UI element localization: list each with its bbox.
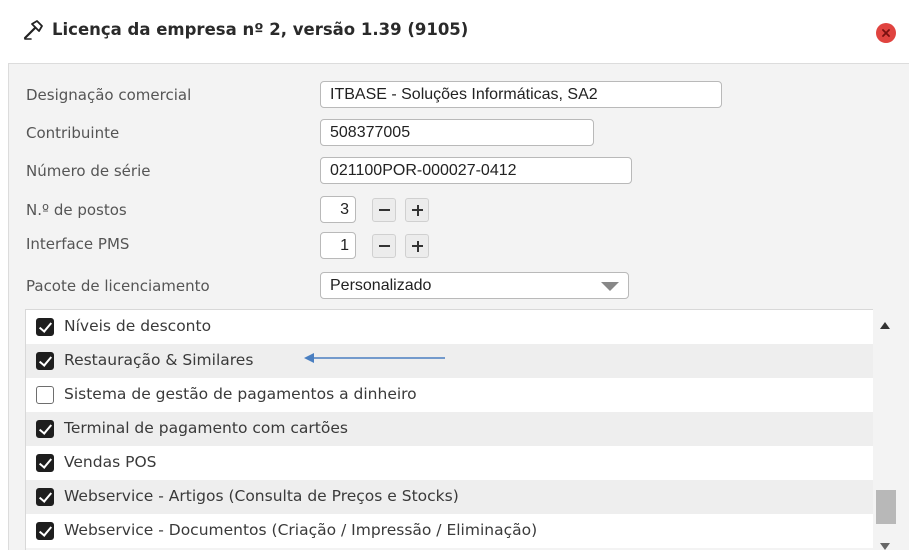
checkbox-unchecked[interactable] <box>36 386 54 404</box>
list-item-label: Webservice - Artigos (Consulta de Preços… <box>64 487 459 505</box>
contribuinte-input[interactable] <box>320 119 594 146</box>
window-title: Licença da empresa nº 2, versão 1.39 (91… <box>52 20 469 39</box>
postos-increment-button[interactable] <box>405 198 429 222</box>
close-button[interactable] <box>876 23 896 43</box>
postos-label: N.º de postos <box>26 201 127 219</box>
list-item-label: Terminal de pagamento com cartões <box>64 419 348 437</box>
list-item-label: Restauração & Similares <box>64 351 254 369</box>
scroll-up-icon[interactable] <box>880 322 890 329</box>
list-item[interactable]: Webservice - Artigos (Consulta de Preços… <box>26 480 874 514</box>
designacao-label: Designação comercial <box>26 86 192 104</box>
checkbox-checked[interactable] <box>36 522 54 540</box>
checkbox-checked[interactable] <box>36 352 54 370</box>
list-item-label: Sistema de gestão de pagamentos a dinhei… <box>64 385 417 403</box>
serie-label: Número de série <box>26 162 151 180</box>
pms-label: Interface PMS <box>26 235 130 253</box>
pms-increment-button[interactable] <box>405 234 429 258</box>
close-icon <box>882 29 890 37</box>
list-item[interactable]: Sistema de gestão de pagamentos a dinhei… <box>26 378 874 412</box>
annotation-arrow-head <box>304 353 314 363</box>
list-item[interactable]: Webservice - Documentos (Criação / Impre… <box>26 514 874 548</box>
list-item-label: Níveis de desconto <box>64 317 212 335</box>
pms-decrement-button[interactable] <box>372 234 396 258</box>
list-item[interactable]: Vendas POS <box>26 446 874 480</box>
contribuinte-label: Contribuinte <box>26 124 120 142</box>
checkbox-checked[interactable] <box>36 420 54 438</box>
pms-stepper-input[interactable]: 1 <box>320 232 356 259</box>
list-item-label: Vendas POS <box>64 453 157 471</box>
list-item[interactable]: Terminal de pagamento com cartões <box>26 412 874 446</box>
pacote-select[interactable]: Personalizado <box>320 272 629 299</box>
list-item[interactable]: Restauração & Similares <box>26 344 874 378</box>
list-item[interactable]: Níveis de desconto <box>26 310 874 344</box>
hammer-icon <box>23 20 43 40</box>
checkbox-checked[interactable] <box>36 318 54 336</box>
annotation-arrow-icon <box>304 353 445 363</box>
scrollbar-thumb[interactable] <box>876 490 896 524</box>
checkbox-checked[interactable] <box>36 454 54 472</box>
modules-list: Níveis de desconto Restauração & Similar… <box>25 309 874 550</box>
pacote-selected-value: Personalizado <box>330 277 432 294</box>
postos-stepper-input[interactable]: 3 <box>320 196 356 223</box>
serie-input[interactable] <box>320 157 632 184</box>
title-bar: Licença da empresa nº 2, versão 1.39 (91… <box>0 0 909 63</box>
checkbox-checked[interactable] <box>36 488 54 506</box>
list-scrollbar[interactable] <box>873 309 897 550</box>
chevron-down-icon <box>601 282 619 291</box>
list-item-label: Webservice - Documentos (Criação / Impre… <box>64 521 538 539</box>
designacao-input[interactable] <box>320 81 722 108</box>
postos-decrement-button[interactable] <box>372 198 396 222</box>
pacote-label: Pacote de licenciamento <box>26 277 210 295</box>
